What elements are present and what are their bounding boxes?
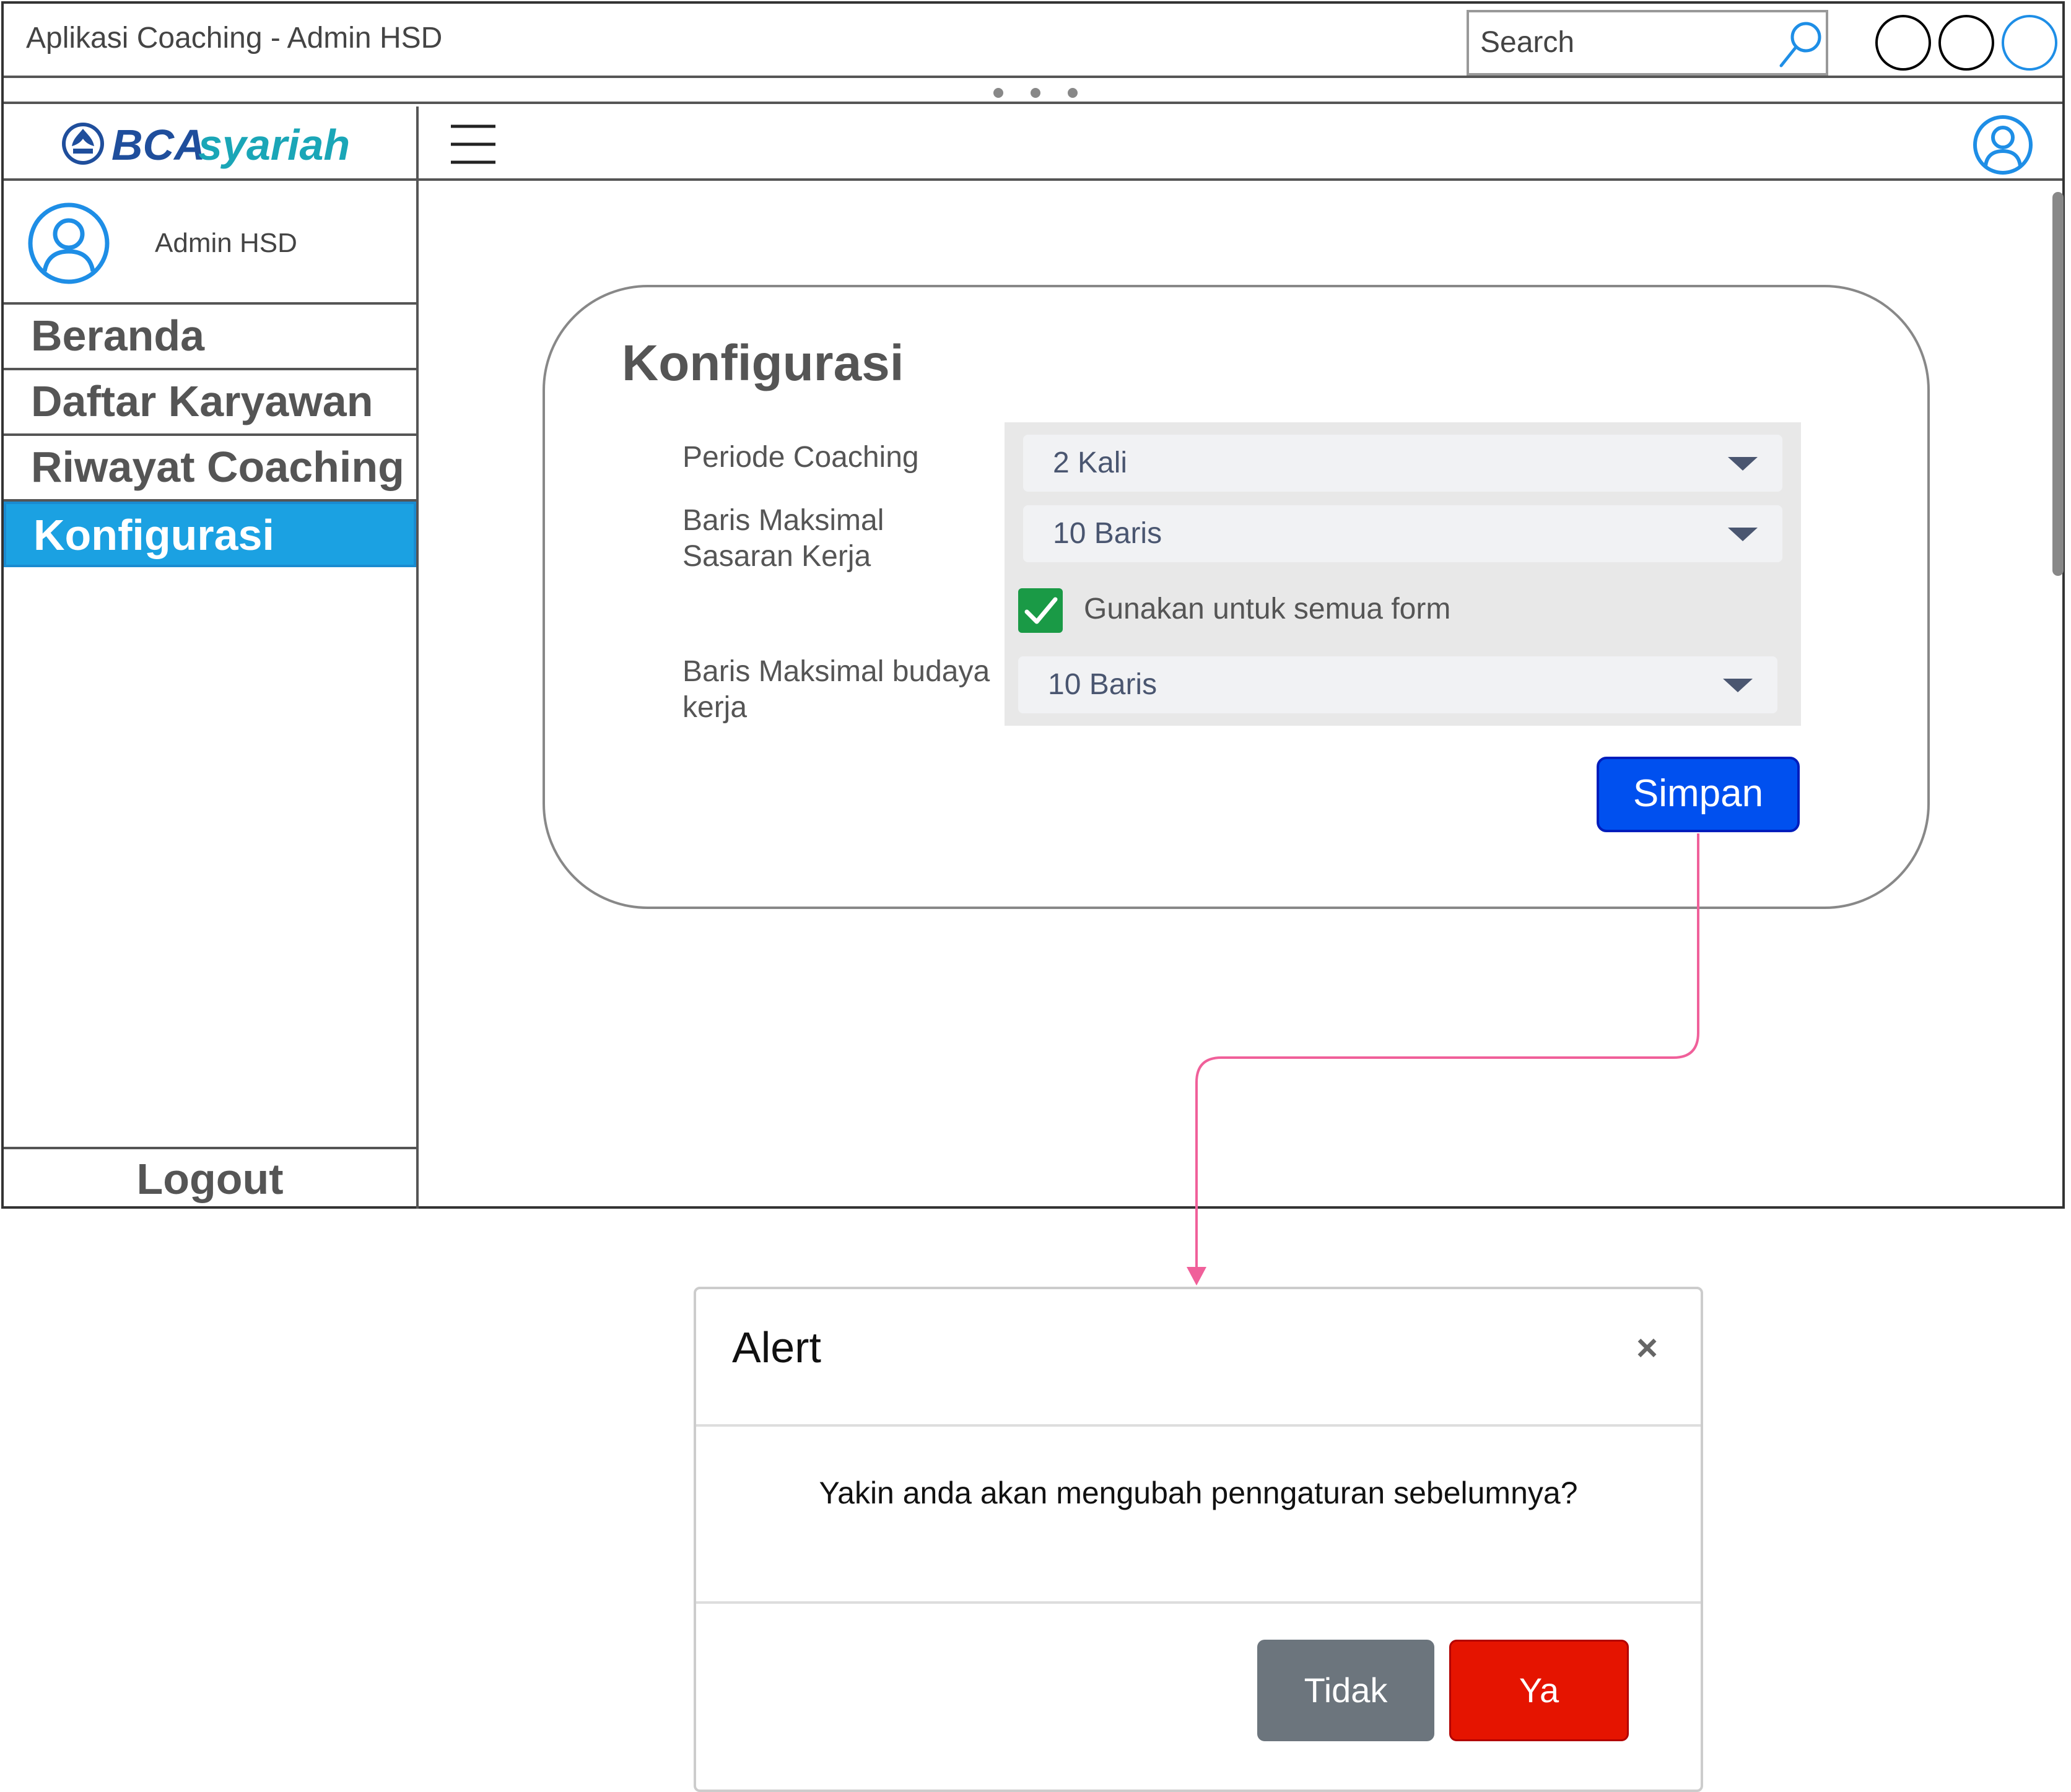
periode-coaching-label: Periode Coaching (682, 441, 919, 474)
modal-divider (696, 1424, 1701, 1427)
logo-cell: BCA syariah (4, 107, 419, 181)
baris-budaya-label-line1: Baris Maksimal budaya (682, 655, 990, 688)
use-all-forms-checkbox[interactable] (1018, 588, 1063, 633)
top-header (419, 107, 2062, 181)
grip-dot-icon (993, 88, 1003, 98)
tidak-button[interactable]: Tidak (1257, 1640, 1434, 1741)
baris-budaya-label: Baris Maksimal budaya kerja (682, 654, 1005, 726)
modal-title: Alert (732, 1323, 821, 1372)
periode-coaching-select[interactable]: 2 Kali (1023, 435, 1782, 492)
logout-button[interactable]: Logout (4, 1147, 416, 1209)
sidebar-item-daftar-karyawan[interactable]: Daftar Karyawan (4, 370, 416, 436)
window-control-minimize-icon[interactable] (1875, 15, 1931, 71)
checkmark-icon (1024, 597, 1058, 624)
simpan-button[interactable]: Simpan (1597, 757, 1800, 832)
alert-modal: Alert × Yakin anda akan mengubah penngat… (694, 1287, 1703, 1792)
search-input[interactable] (1480, 24, 1765, 61)
baris-sasaran-label-line2: Sasaran Kerja (682, 540, 871, 573)
title-bar: Aplikasi Coaching - Admin HSD (4, 4, 2062, 78)
window-control-close-icon[interactable] (2002, 15, 2057, 71)
baris-sasaran-label: Baris Maksimal Sasaran Kerja (682, 503, 992, 575)
sidebar-item-beranda[interactable]: Beranda (4, 305, 416, 370)
sidebar-item-konfigurasi[interactable]: Konfigurasi (4, 502, 416, 567)
svg-text:BCA: BCA (111, 121, 206, 169)
baris-sasaran-value: 10 Baris (1053, 517, 1162, 550)
profile-panel: Admin HSD (4, 181, 416, 305)
svg-text:syariah: syariah (198, 121, 350, 169)
baris-sasaran-select[interactable]: 10 Baris (1023, 505, 1782, 562)
user-account-icon[interactable] (1972, 114, 2034, 176)
search-icon[interactable] (1775, 16, 1828, 72)
close-icon[interactable]: × (1636, 1326, 1658, 1369)
profile-name: Admin HSD (155, 228, 297, 258)
ya-button[interactable]: Ya (1449, 1640, 1629, 1741)
baris-sasaran-label-line1: Baris Maksimal (682, 504, 884, 537)
periode-coaching-value: 2 Kali (1053, 446, 1128, 479)
modal-divider (696, 1601, 1701, 1604)
grip-dot-icon (1068, 88, 1078, 98)
search-box[interactable] (1467, 10, 1828, 76)
page-title: Konfigurasi (622, 335, 904, 391)
baris-budaya-value: 10 Baris (1048, 668, 1158, 701)
chevron-down-icon (1723, 679, 1753, 692)
app-title: Aplikasi Coaching - Admin HSD (26, 22, 443, 54)
sidebar-item-riwayat-coaching[interactable]: Riwayat Coaching (4, 436, 416, 502)
chevron-down-icon (1728, 457, 1758, 471)
resize-handle[interactable] (4, 80, 2062, 104)
grip-dot-icon (1031, 88, 1040, 98)
avatar-icon[interactable] (27, 202, 110, 285)
baris-budaya-label-line2: kerja (682, 691, 748, 724)
use-all-forms-label: Gunakan untuk semua form (1084, 593, 1451, 625)
sidebar: Admin HSD Beranda Daftar Karyawan Riwaya… (4, 181, 419, 1209)
window-control-maximize-icon[interactable] (1938, 15, 1994, 71)
chevron-down-icon (1728, 528, 1758, 541)
vertical-scrollbar[interactable] (2052, 192, 2064, 576)
hamburger-menu-icon[interactable] (450, 123, 497, 166)
bca-syariah-logo[interactable]: BCA syariah (59, 113, 381, 175)
modal-message: Yakin anda akan mengubah penngaturan seb… (819, 1476, 1578, 1510)
baris-budaya-select[interactable]: 10 Baris (1018, 656, 1777, 713)
